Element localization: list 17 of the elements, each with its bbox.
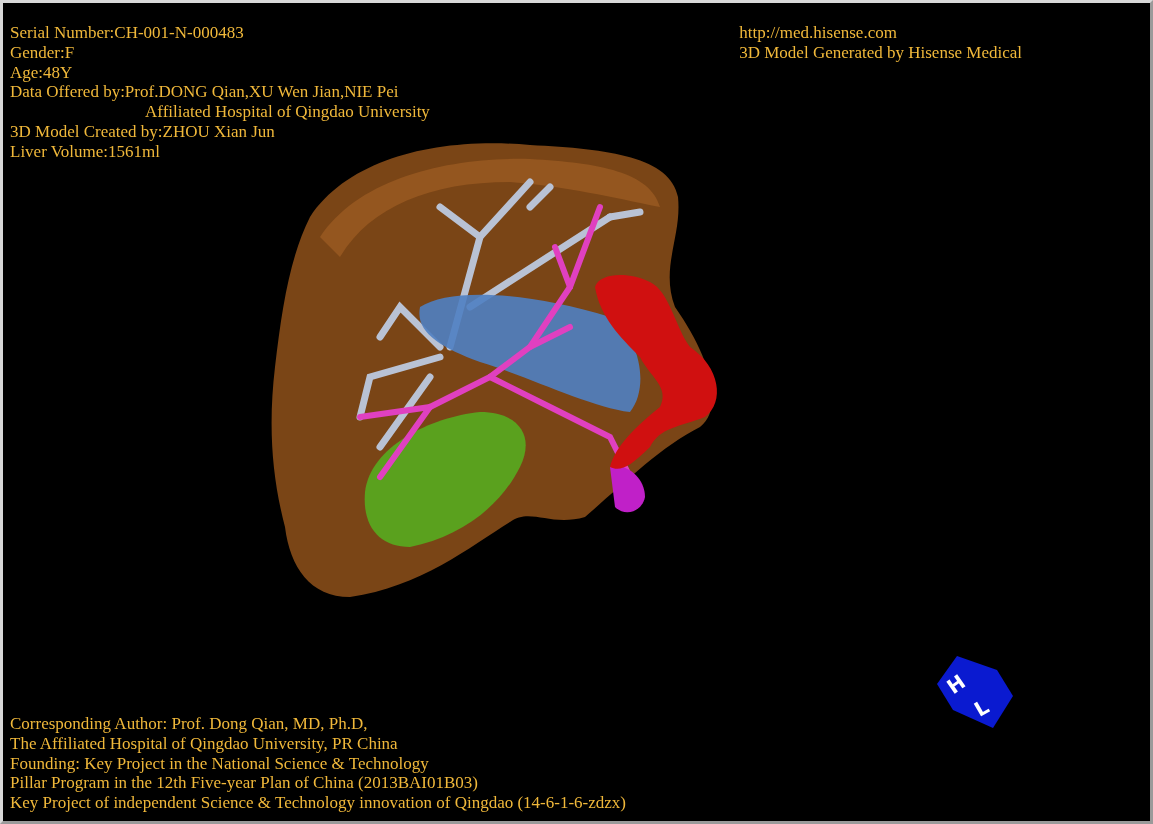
footer-text: Corresponding Author: Prof. Dong Qian, MD, Ph.D,	[10, 714, 369, 734]
footer-text: The Affiliated Hospital of Qingdao University, PR China	[10, 733, 399, 754]
cube-label: H	[942, 669, 970, 699]
footer-text: Key Project of independent Science & Technology innovation of Qingdao (14-6-1-6-zdzx)	[10, 793, 626, 813]
footer-text: Pillar Program in the 12th Five-year Plan of China (2013BAI01B03)	[10, 773, 479, 794]
info-text: Liver Volume:1561ml	[10, 141, 161, 162]
info-text: Serial Number:CH-001-N-000483	[10, 23, 245, 43]
info-text: Affiliated Hospital of Qingdao University	[144, 102, 430, 122]
info-text: Data Offered by:Prof.DONG Qian,XU Wen Jian,NIE Pei	[10, 82, 400, 103]
orientation-cube[interactable]	[937, 656, 1013, 728]
info-text: Age:48Y	[10, 62, 74, 83]
info-text: 3D Model Created by:ZHOU Xian Jun	[10, 122, 276, 142]
cube-label: L	[970, 694, 993, 722]
credit-text: http://med.hisense.com	[739, 23, 898, 43]
footer-text: Founding: Key Project in the National Science & Technology	[10, 753, 430, 774]
credit-text: 3D Model Generated by Hisense Medical	[739, 42, 1022, 63]
info-text: Gender:F	[10, 42, 76, 63]
